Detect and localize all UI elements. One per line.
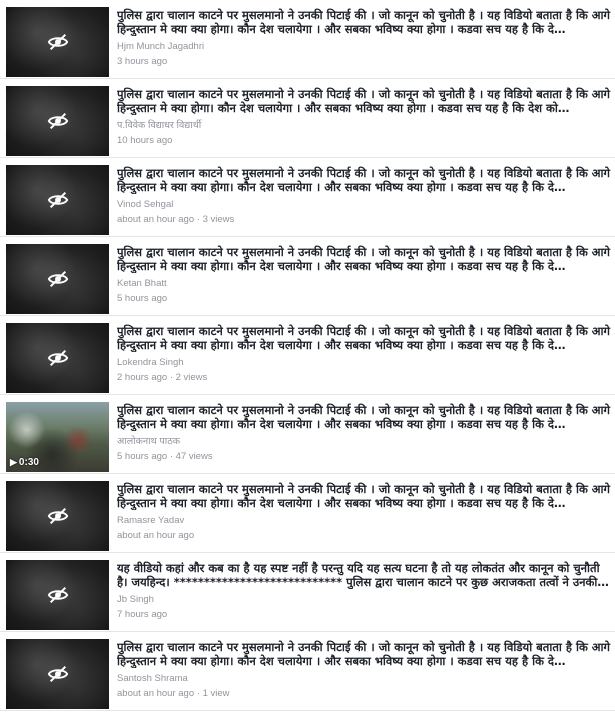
post-time: about an hour ago · 3 views <box>117 214 235 225</box>
video-thumbnail[interactable] <box>6 86 109 156</box>
video-title-link[interactable]: पुलिस द्वारा चालान काटने पर मुसलमानो ने … <box>117 482 611 510</box>
video-title-link[interactable]: पुलिस द्वारा चालान काटने पर मुसलमानो ने … <box>117 8 611 36</box>
video-result-item[interactable]: ▶ 0:30 पुलिस द्वारा चालान काटने पर मुसलम… <box>0 395 615 474</box>
author-name[interactable]: आलोकनाथ पाठक <box>117 436 611 448</box>
eye-slash-icon <box>47 33 68 51</box>
video-duration-badge: ▶ 0:30 <box>10 457 39 468</box>
post-time: 10 hours ago <box>117 135 173 146</box>
eye-slash-icon <box>47 112 68 130</box>
author-name[interactable]: Vinod Sehgal <box>117 199 611 211</box>
eye-slash-icon <box>47 191 68 209</box>
video-result-item[interactable]: पुलिस द्वारा चालान काटने पर मुसलमानो ने … <box>0 0 615 79</box>
author-name[interactable]: Santosh Shrama <box>117 673 611 685</box>
video-result-item[interactable]: पुलिस द्वारा चालान काटने पर मुसलमानो ने … <box>0 237 615 316</box>
video-thumbnail[interactable] <box>6 244 109 314</box>
video-title-link[interactable]: पुलिस द्वारा चालान काटने पर मुसलमानो ने … <box>117 87 611 115</box>
video-result-item[interactable]: यह वीडियो कहां और कब का है यह स्पष्ट नही… <box>0 553 615 632</box>
play-icon: ▶ <box>10 457 17 467</box>
video-title-link[interactable]: पुलिस द्वारा चालान काटने पर मुसलमानो ने … <box>117 324 611 352</box>
video-duration: 0:30 <box>18 457 39 468</box>
video-thumbnail[interactable] <box>6 165 109 235</box>
video-thumbnail[interactable] <box>6 560 109 630</box>
video-title-link[interactable]: पुलिस द्वारा चालान काटने पर मुसलमानो ने … <box>117 245 611 273</box>
video-title-link[interactable]: यह वीडियो कहां और कब का है यह स्पष्ट नही… <box>117 561 611 589</box>
author-name[interactable]: Hjm Munch Jagadhri <box>117 41 611 53</box>
eye-slash-icon <box>47 586 68 604</box>
eye-slash-icon <box>47 665 68 683</box>
video-thumbnail[interactable] <box>6 7 109 77</box>
eye-slash-icon <box>47 507 68 525</box>
author-name[interactable]: Ramasre Yadav <box>117 515 611 527</box>
author-name[interactable]: Ketan Bhatt <box>117 278 611 290</box>
video-result-item[interactable]: पुलिस द्वारा चालान काटने पर मुसलमानो ने … <box>0 316 615 395</box>
video-thumbnail[interactable] <box>6 323 109 393</box>
post-time: 7 hours ago <box>117 609 168 620</box>
author-name[interactable]: प.विवेक विद्याधर विद्यार्थी <box>117 120 611 132</box>
author-name[interactable]: Jb Singh <box>117 594 611 606</box>
post-time: 5 hours ago <box>117 293 168 304</box>
author-name[interactable]: Lokendra Singh <box>117 357 611 369</box>
video-title-link[interactable]: पुलिस द्वारा चालान काटने पर मुसलमानो ने … <box>117 166 611 194</box>
eye-slash-icon <box>47 270 68 288</box>
post-time: 5 hours ago · 47 views <box>117 451 213 462</box>
post-time: about an hour ago <box>117 530 195 541</box>
video-thumbnail[interactable] <box>6 481 109 551</box>
video-title-link[interactable]: पुलिस द्वारा चालान काटने पर मुसलमानो ने … <box>117 403 611 431</box>
video-result-item[interactable]: पुलिस द्वारा चालान काटने पर मुसलमानो ने … <box>0 474 615 553</box>
video-title-link[interactable]: पुलिस द्वारा चालान काटने पर मुसलमानो ने … <box>117 640 611 668</box>
post-time: about an hour ago · 1 view <box>117 688 230 699</box>
video-thumbnail[interactable] <box>6 639 109 709</box>
post-time: 2 hours ago · 2 views <box>117 372 208 383</box>
video-results-feed: पुलिस द्वारा चालान काटने पर मुसलमानो ने … <box>0 0 615 711</box>
eye-slash-icon <box>47 349 68 367</box>
video-thumbnail[interactable]: ▶ 0:30 <box>6 402 109 472</box>
video-result-item[interactable]: पुलिस द्वारा चालान काटने पर मुसलमानो ने … <box>0 158 615 237</box>
post-time: 3 hours ago <box>117 56 168 67</box>
video-result-item[interactable]: पुलिस द्वारा चालान काटने पर मुसलमानो ने … <box>0 632 615 711</box>
video-result-item[interactable]: पुलिस द्वारा चालान काटने पर मुसलमानो ने … <box>0 79 615 158</box>
